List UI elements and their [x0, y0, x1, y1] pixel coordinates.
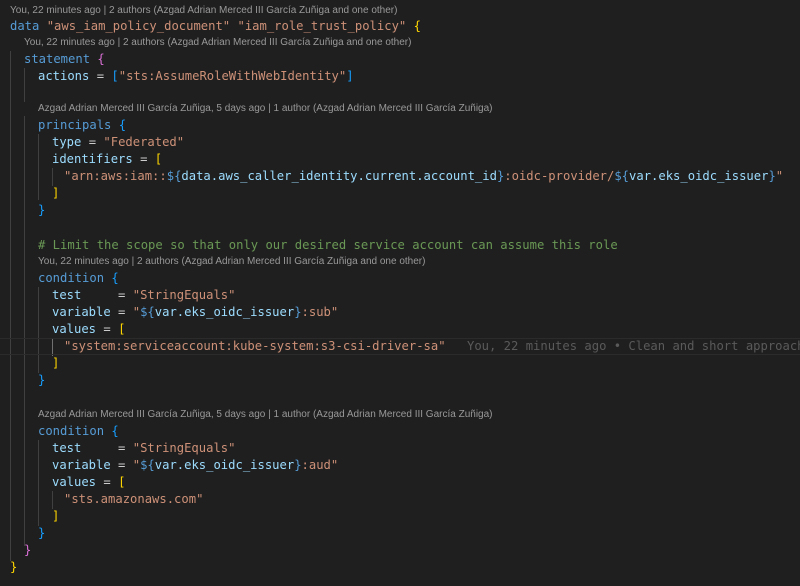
indent-guide [38, 134, 39, 200]
git-blame-codelens[interactable]: You, 22 minutes ago | 2 authors (Azgad A… [10, 4, 397, 18]
code-line[interactable]: values = [ [52, 321, 125, 338]
code-line[interactable]: } [38, 202, 45, 219]
indent-guide [24, 68, 25, 102]
code-line[interactable]: statement { [24, 51, 105, 68]
code-line[interactable]: condition { [38, 270, 119, 287]
indent-guide [52, 168, 53, 186]
code-line[interactable]: condition { [38, 423, 119, 440]
git-blame-codelens[interactable]: Azgad Adrian Merced III García Zuñiga, 5… [38, 408, 493, 422]
code-line[interactable]: } [10, 559, 17, 576]
code-line[interactable]: ] [52, 185, 59, 202]
code-line[interactable]: } [24, 542, 31, 559]
code-editor[interactable]: You, 22 minutes ago | 2 authors (Azgad A… [0, 0, 800, 586]
code-line[interactable]: principals { [38, 117, 126, 134]
indent-guide [24, 116, 25, 546]
code-line[interactable]: type = "Federated" [52, 134, 184, 151]
code-line[interactable]: variable = "${var.eks_oidc_issuer}:aud" [52, 457, 338, 474]
code-line[interactable]: identifiers = [ [52, 151, 162, 168]
code-line[interactable]: actions = ["sts:AssumeRoleWithWebIdentit… [38, 68, 354, 85]
code-line[interactable]: values = [ [52, 474, 125, 491]
code-line[interactable]: test = "StringEquals" [52, 287, 235, 304]
git-blame-codelens[interactable]: You, 22 minutes ago | 2 authors (Azgad A… [38, 255, 425, 269]
code-line[interactable]: "sts.amazonaws.com" [64, 491, 203, 508]
code-line[interactable]: } [38, 372, 45, 389]
code-line[interactable]: data "aws_iam_policy_document" "iam_role… [10, 18, 421, 35]
indent-guide [52, 491, 53, 509]
git-blame-codelens[interactable]: You, 22 minutes ago | 2 authors (Azgad A… [24, 36, 411, 50]
indent-guide [38, 440, 39, 526]
code-line[interactable]: ] [52, 508, 59, 525]
code-comment[interactable]: # Limit the scope so that only our desir… [38, 237, 618, 254]
code-line[interactable]: test = "StringEquals" [52, 440, 235, 457]
code-line[interactable]: } [38, 525, 45, 542]
indent-guide [38, 287, 39, 373]
code-line[interactable]: variable = "${var.eks_oidc_issuer}:sub" [52, 304, 338, 321]
code-line[interactable]: "arn:aws:iam::${data.aws_caller_identity… [64, 168, 783, 185]
indent-guide [10, 51, 11, 561]
code-line[interactable]: "system:serviceaccount:kube-system:s3-cs… [64, 338, 446, 355]
inline-git-blame: You, 22 minutes ago • Clean and short ap… [467, 339, 800, 353]
code-line[interactable]: ] [52, 355, 59, 372]
git-blame-codelens[interactable]: Azgad Adrian Merced III García Zuñiga, 5… [38, 102, 493, 116]
